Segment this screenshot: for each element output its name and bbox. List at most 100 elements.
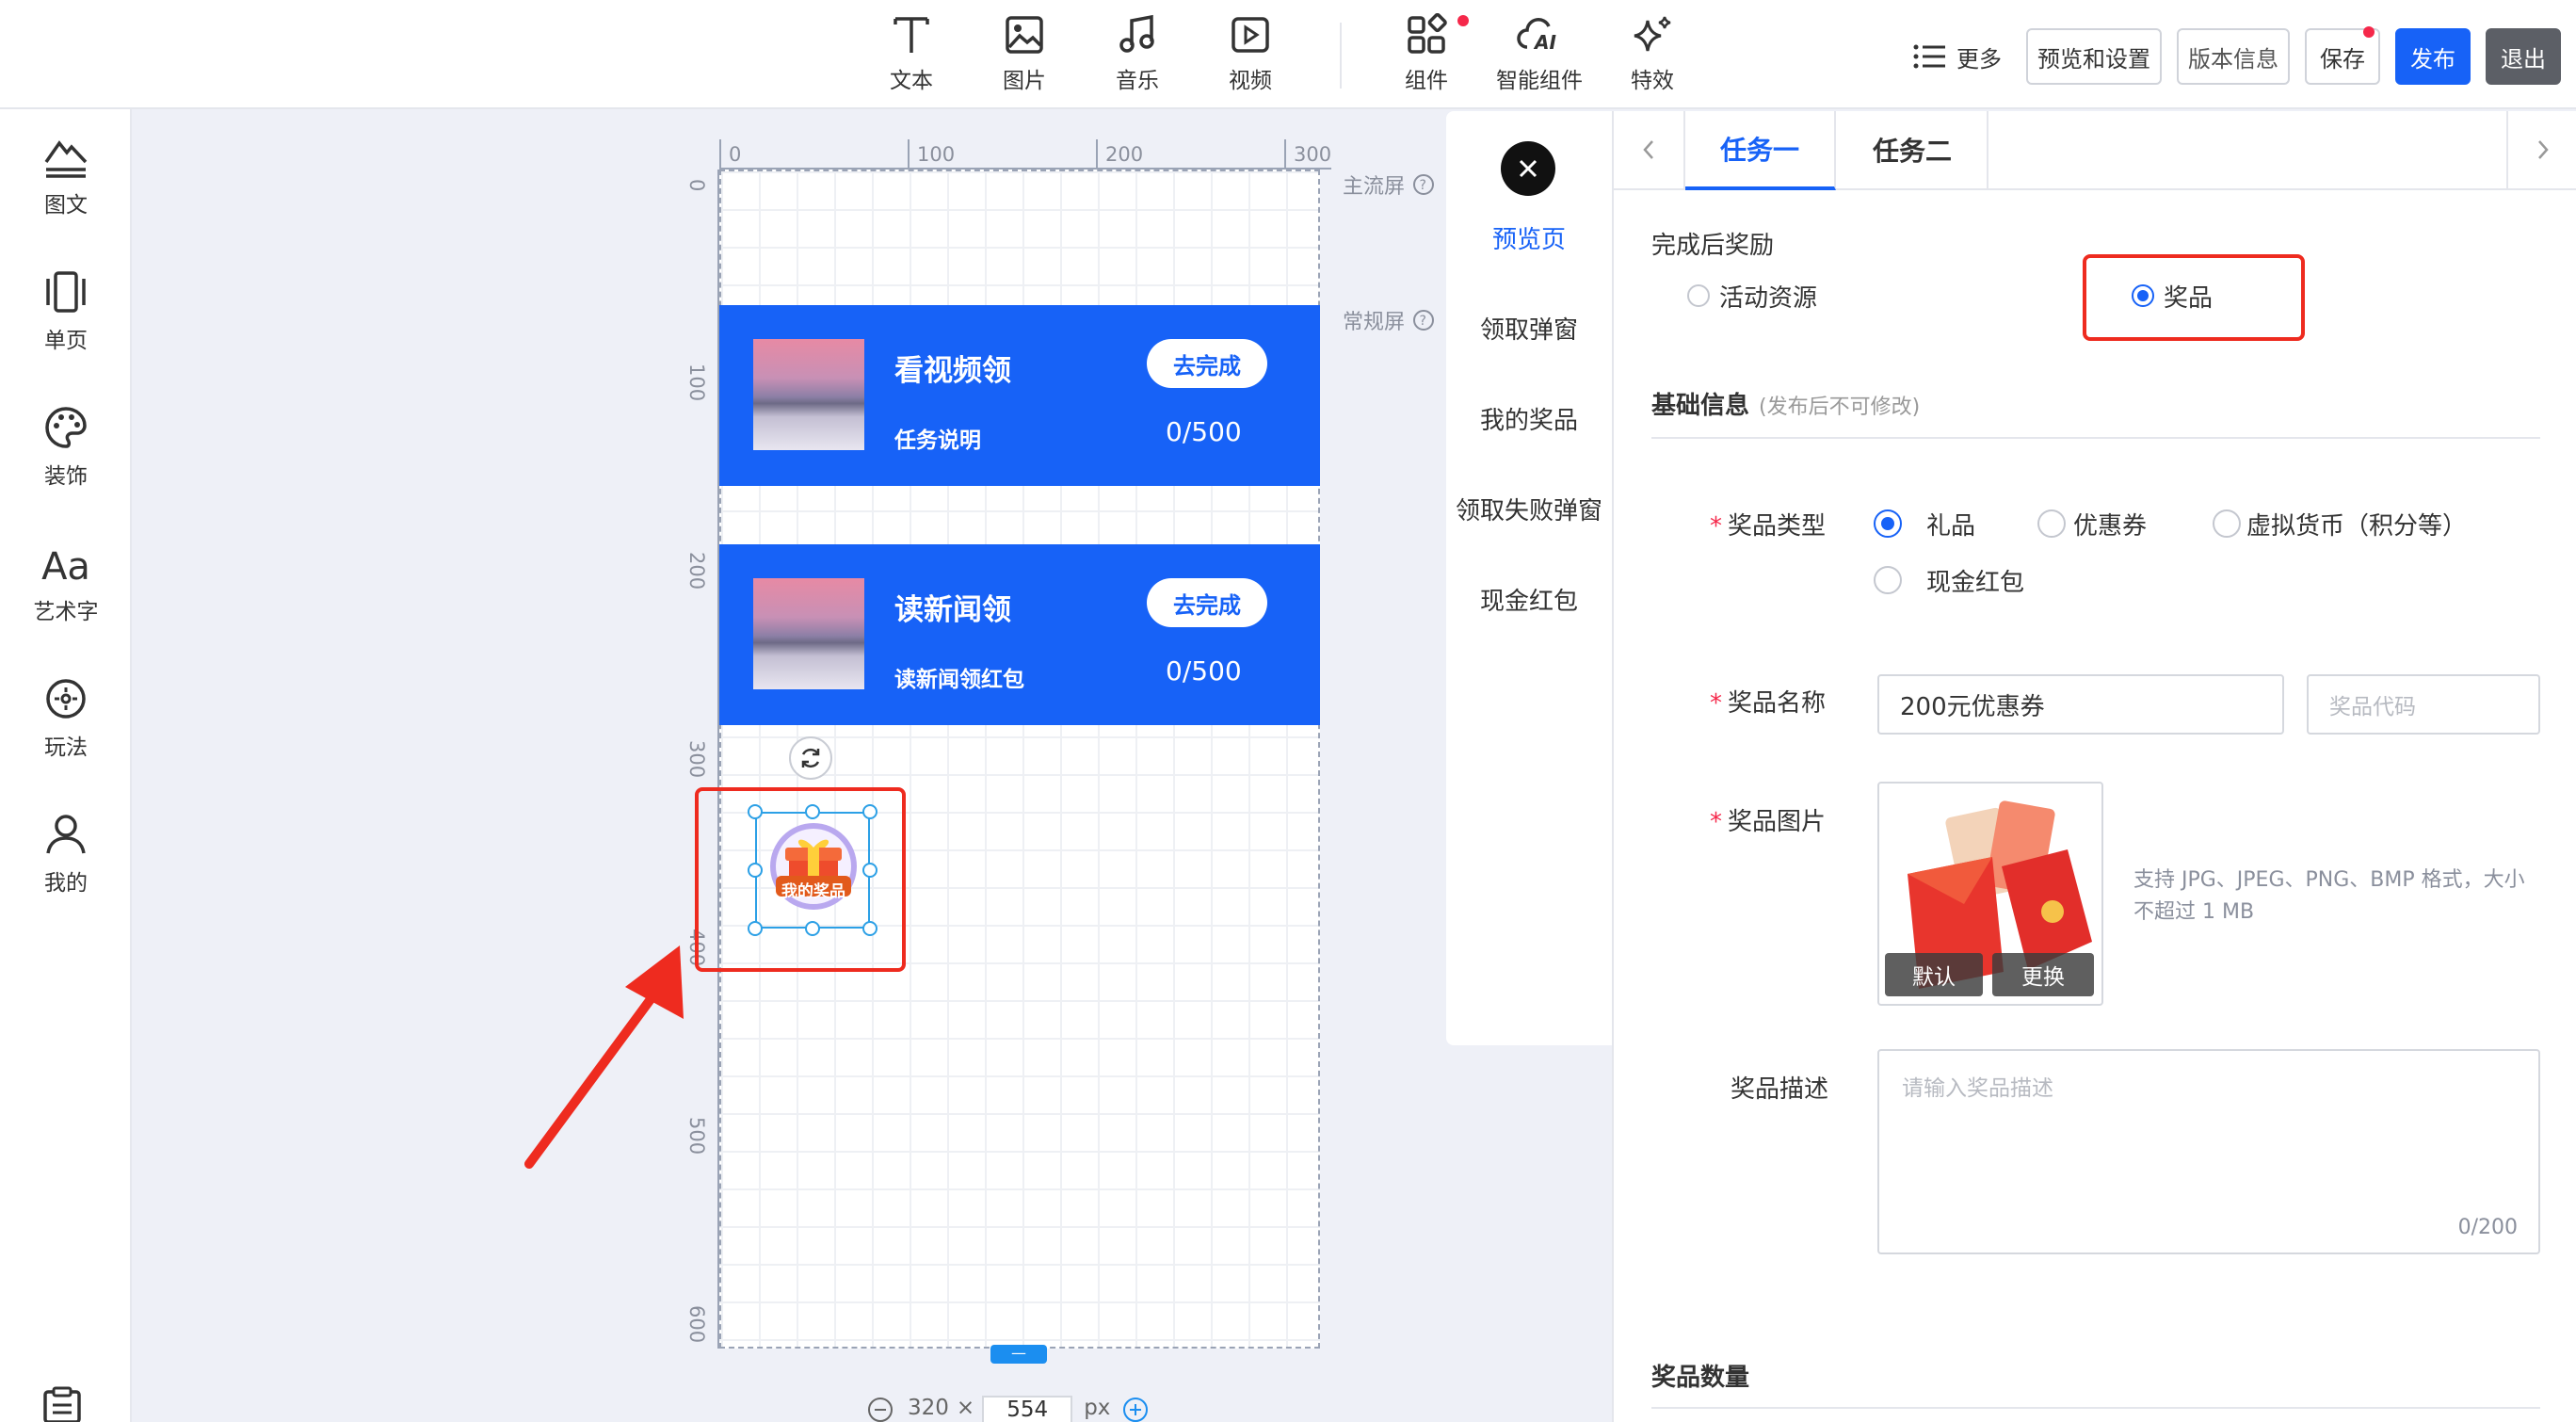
top-toolbar: 文本 图片 音乐 视频 组件 AI 智能组件 特效 更多 预览和设置 版本信息 … bbox=[0, 0, 2576, 109]
tab-scroll-left[interactable] bbox=[1614, 111, 1685, 188]
ruler-label: 100 bbox=[685, 364, 708, 402]
music-icon bbox=[1119, 14, 1154, 53]
prize-type-cash-label[interactable]: 现金红包 bbox=[1926, 563, 2024, 598]
tab-task-two[interactable]: 任务二 bbox=[1838, 111, 1988, 188]
prize-type-virtual-currency-label[interactable]: 虚拟货币（积分等） bbox=[2246, 507, 2467, 541]
task-progress: 0/500 bbox=[1166, 416, 1242, 447]
publish-button[interactable]: 发布 bbox=[2395, 28, 2471, 85]
prize-type-virtual-currency-radio[interactable] bbox=[2213, 509, 2241, 538]
task-subtitle: 读新闻领红包 bbox=[894, 668, 1024, 692]
preview-settings-button[interactable]: 预览和设置 bbox=[2026, 28, 2162, 85]
reward-option-resource-radio[interactable] bbox=[1687, 284, 1710, 307]
tool-components[interactable]: 组件 bbox=[1375, 13, 1478, 94]
divider bbox=[1651, 437, 2540, 439]
text-icon bbox=[894, 17, 929, 53]
red-arrow-annotation bbox=[524, 945, 684, 1169]
tool-music[interactable]: 音乐 bbox=[1086, 13, 1189, 94]
ruler-label: 200 bbox=[1105, 143, 1144, 166]
image-default-button[interactable]: 默认 bbox=[1885, 953, 1983, 996]
ruler-label: 0 bbox=[729, 143, 742, 166]
video-icon bbox=[1232, 17, 1269, 53]
sidebar-item-art-text[interactable]: Aa 艺术字 bbox=[0, 541, 132, 625]
sidebar-item-mine[interactable]: 我的 bbox=[0, 812, 132, 897]
prize-qty-title: 奖品数量 bbox=[1651, 1364, 1750, 1392]
prize-desc-textarea[interactable]: 请输入奖品描述 0/200 bbox=[1877, 1049, 2540, 1254]
single-page-icon bbox=[46, 271, 86, 313]
prize-image-label: * 奖品图片 bbox=[1710, 808, 1827, 836]
image-format-hint: 支持 JPG、JPEG、PNG、BMP 格式，大小不超过 1 MB bbox=[2133, 868, 2525, 924]
tool-image[interactable]: 图片 bbox=[973, 13, 1076, 94]
rotate-icon bbox=[801, 748, 820, 768]
tab-scroll-right[interactable] bbox=[2506, 111, 2576, 188]
page-nav-preview[interactable]: 预览页 bbox=[1446, 220, 1612, 255]
ruler-label: 300 bbox=[685, 740, 708, 779]
reward-option-resource-label[interactable]: 活动资源 bbox=[1719, 279, 1817, 314]
sidebar-item-single-page[interactable]: 单页 bbox=[0, 269, 132, 354]
list-icon bbox=[1913, 44, 1945, 69]
canvas-height-input[interactable]: 554 bbox=[982, 1396, 1073, 1422]
prize-type-cash-radio[interactable] bbox=[1874, 566, 1902, 594]
ruler-label: 100 bbox=[917, 143, 956, 166]
help-icon[interactable]: ? bbox=[1412, 309, 1435, 331]
horizontal-ruler: 0 100 200 300 bbox=[719, 139, 1331, 170]
mountain-text-icon bbox=[44, 140, 88, 178]
go-complete-button[interactable]: 去完成 bbox=[1147, 578, 1267, 627]
zoom-out-icon[interactable] bbox=[866, 1396, 894, 1422]
prize-type-gift-radio[interactable] bbox=[1874, 509, 1902, 538]
sidebar-item-decoration[interactable]: 装饰 bbox=[0, 405, 132, 490]
prize-type-coupon-label[interactable]: 优惠券 bbox=[2073, 507, 2147, 541]
prize-desc-label: 奖品描述 bbox=[1731, 1075, 1829, 1104]
reward-title: 完成后奖励 bbox=[1651, 232, 1775, 260]
user-icon bbox=[46, 815, 86, 854]
clipboard-icon[interactable] bbox=[41, 1386, 83, 1422]
prize-type-label: * 奖品类型 bbox=[1710, 512, 1827, 541]
task-card-news[interactable]: 读新闻领 读新闻领红包 去完成 0/500 bbox=[719, 544, 1320, 725]
image-change-button[interactable]: 更换 bbox=[1992, 953, 2094, 996]
ruler-label: 0 bbox=[685, 179, 708, 192]
task-card-video[interactable]: 看视频领 任务说明 去完成 0/500 bbox=[719, 305, 1320, 486]
page-nav-claim-failed-popup[interactable]: 领取失败弹窗 bbox=[1446, 492, 1612, 526]
char-counter: 0/200 bbox=[2457, 1216, 2518, 1239]
chevron-right-icon bbox=[2538, 140, 2549, 159]
tool-effects[interactable]: 特效 bbox=[1601, 13, 1704, 94]
prize-name-label: * 奖品名称 bbox=[1710, 689, 1827, 718]
close-icon bbox=[1519, 159, 1538, 178]
prize-name-input[interactable]: 200元优惠券 bbox=[1877, 674, 2284, 735]
task-thumbnail bbox=[753, 339, 864, 450]
ruler-label: 600 bbox=[685, 1305, 708, 1344]
rotate-handle[interactable] bbox=[789, 736, 832, 780]
canvas-bottom-handle[interactable]: — bbox=[990, 1345, 1047, 1364]
tool-video[interactable]: 视频 bbox=[1199, 13, 1302, 94]
task-title: 看视频领 bbox=[894, 354, 1011, 388]
toolbar-divider bbox=[1340, 23, 1342, 89]
close-button[interactable] bbox=[1501, 141, 1555, 196]
prize-type-gift-label[interactable]: 礼品 bbox=[1926, 507, 1975, 541]
sidebar-item-gameplay[interactable]: 玩法 bbox=[0, 676, 132, 761]
art-text-icon: Aa bbox=[41, 545, 90, 589]
task-title: 读新闻领 bbox=[894, 593, 1011, 627]
ruler-label: 200 bbox=[685, 552, 708, 590]
page-nav-claim-popup[interactable]: 领取弹窗 bbox=[1446, 311, 1612, 346]
settings-panel: 任务一 任务二 完成后奖励 活动资源 奖品 基础信息 (发布后不可修改) * 奖品… bbox=[1612, 111, 2576, 1422]
sparkle-icon bbox=[1634, 16, 1671, 52]
svg-text:AI: AI bbox=[1533, 31, 1556, 54]
task-thumbnail bbox=[753, 578, 864, 689]
sidebar-item-graphic-text[interactable]: 图文 bbox=[0, 134, 132, 218]
go-complete-button[interactable]: 去完成 bbox=[1147, 339, 1267, 388]
normal-screen-marker: 常规屏 ? bbox=[1343, 305, 1435, 335]
help-icon[interactable]: ? bbox=[1412, 173, 1435, 196]
svg-text:?: ? bbox=[1420, 178, 1426, 193]
prize-type-coupon-radio[interactable] bbox=[2037, 509, 2066, 538]
prize-image-upload[interactable]: 默认 更换 bbox=[1877, 782, 2103, 1006]
version-info-button[interactable]: 版本信息 bbox=[2177, 28, 2290, 85]
tool-text[interactable]: 文本 bbox=[860, 13, 963, 94]
tool-ai-components[interactable]: AI 智能组件 bbox=[1488, 13, 1591, 94]
exit-button[interactable]: 退出 bbox=[2486, 28, 2561, 85]
prize-code-input[interactable]: 奖品代码 bbox=[2307, 674, 2540, 735]
page-nav-my-prizes[interactable]: 我的奖品 bbox=[1446, 401, 1612, 436]
zoom-in-icon[interactable] bbox=[1121, 1396, 1150, 1422]
page-nav-cash-redpacket[interactable]: 现金红包 bbox=[1446, 582, 1612, 617]
more-menu[interactable]: 更多 bbox=[1913, 38, 2002, 75]
tab-task-one[interactable]: 任务一 bbox=[1685, 111, 1836, 190]
divider bbox=[1651, 1407, 2540, 1409]
